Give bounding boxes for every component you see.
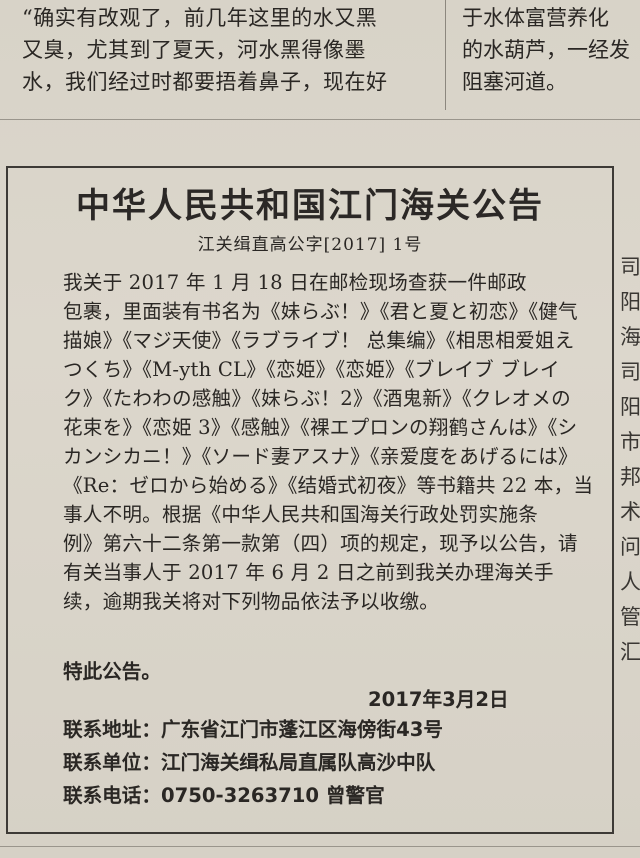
top-article-left: “确实有改观了，前几年这里的水又黑 又臭，尤其到了夏天，河水黑得像墨 水，我们经… xyxy=(22,2,434,98)
fragment-char: 问 xyxy=(620,535,640,559)
article-line: 于水体富营养化 xyxy=(462,6,609,30)
top-article-right: 于水体富营养化 的水葫芦，一经发 阻塞河道。 xyxy=(462,2,640,98)
fragment-char: 司 xyxy=(620,255,640,279)
body-line: 例》第六十二条第一款第（四）项的规定，现予以公告，请 xyxy=(63,532,578,555)
body-line: カンシカニ！》《ソード妻アスナ》《亲爱度をあげるには》 xyxy=(63,445,578,468)
column-divider xyxy=(445,0,446,110)
contact-phone: 联系电话：0750-3263710 曾警官 xyxy=(63,784,385,807)
fragment-char: 市 xyxy=(620,430,640,454)
article-line: 又臭，尤其到了夏天，河水黑得像墨 xyxy=(22,38,366,62)
fragment-char: 阳 xyxy=(620,290,640,314)
contact-unit: 联系单位：江门海关缉私局直属队高沙中队 xyxy=(63,751,436,774)
body-line: 花束を》《恋姫 3》《感触》《裸エプロンの翔鹤さんは》《シ xyxy=(63,416,578,439)
notice-body: 我关于 2017 年 1 月 18 日在邮检现场查获一件邮政 包裹，里面装有书名… xyxy=(63,268,594,616)
fragment-char: 阳 xyxy=(620,395,640,419)
notice-closing: 特此公告。 xyxy=(63,660,161,683)
notice-date: 2017年3月2日 xyxy=(368,688,509,711)
fragment-char: 汇 xyxy=(620,640,640,664)
body-line: 有关当事人于 2017 年 6 月 2 日之前到我关办理海关手 xyxy=(63,561,554,584)
body-line: 包裹，里面装有书名为《妹らぶ！》《君と夏と初恋》《健气 xyxy=(63,300,578,323)
adjacent-column-fragment: 司 阳 海 司 阳 市 邦 术 问 人 管 汇 xyxy=(620,250,640,670)
body-line: 我关于 2017 年 1 月 18 日在邮检现场查获一件邮政 xyxy=(63,271,527,294)
contact-address: 联系地址：广东省江门市蓬江区海傍街43号 xyxy=(63,718,443,741)
article-line: 阻塞河道。 xyxy=(462,70,567,94)
article-line: 水，我们经过时都要捂着鼻子，现在好 xyxy=(22,70,388,94)
body-line: 《Re：ゼロから始める》《结婚式初夜》等书籍共 22 本，当 xyxy=(63,474,594,497)
fragment-char: 术 xyxy=(620,500,640,524)
article-line: 的水葫芦，一经发 xyxy=(462,38,630,62)
article-line: “确实有改观了，前几年这里的水又黑 xyxy=(22,6,378,30)
notice-doc-number: 江关缉直高公字[2017] 1号 xyxy=(197,235,423,255)
body-line: ク》《たわわの感触》《妹らぶ！2》《酒鬼新》《クレオメの xyxy=(63,387,571,410)
customs-notice-box: 中华人民共和国江门海关公告 江关缉直高公字[2017] 1号 我关于 2017 … xyxy=(6,166,614,834)
bottom-divider xyxy=(0,846,640,847)
fragment-char: 海 xyxy=(620,325,640,349)
section-divider xyxy=(0,119,640,120)
fragment-char: 邦 xyxy=(620,465,640,489)
newspaper-page: “确实有改观了，前几年这里的水又黑 又臭，尤其到了夏天，河水黑得像墨 水，我们经… xyxy=(0,0,640,858)
fragment-char: 人 xyxy=(620,570,640,594)
body-line: つくち》《M-yth CL》《恋姫》《恋姫》《ブレイブ ブレイ xyxy=(63,358,560,381)
notice-title: 中华人民共和国江门海关公告 xyxy=(76,186,544,226)
fragment-char: 管 xyxy=(620,605,640,629)
fragment-char: 司 xyxy=(620,360,640,384)
body-line: 事人不明。根据《中华人民共和国海关行政处罚实施条 xyxy=(63,503,539,526)
body-line: 描娘》《マジ天使》《ラブライブ！ 总集编》《相思相爱姐え xyxy=(63,329,575,352)
body-line: 续，逾期我关将对下列物品依法予以收缴。 xyxy=(63,590,440,613)
